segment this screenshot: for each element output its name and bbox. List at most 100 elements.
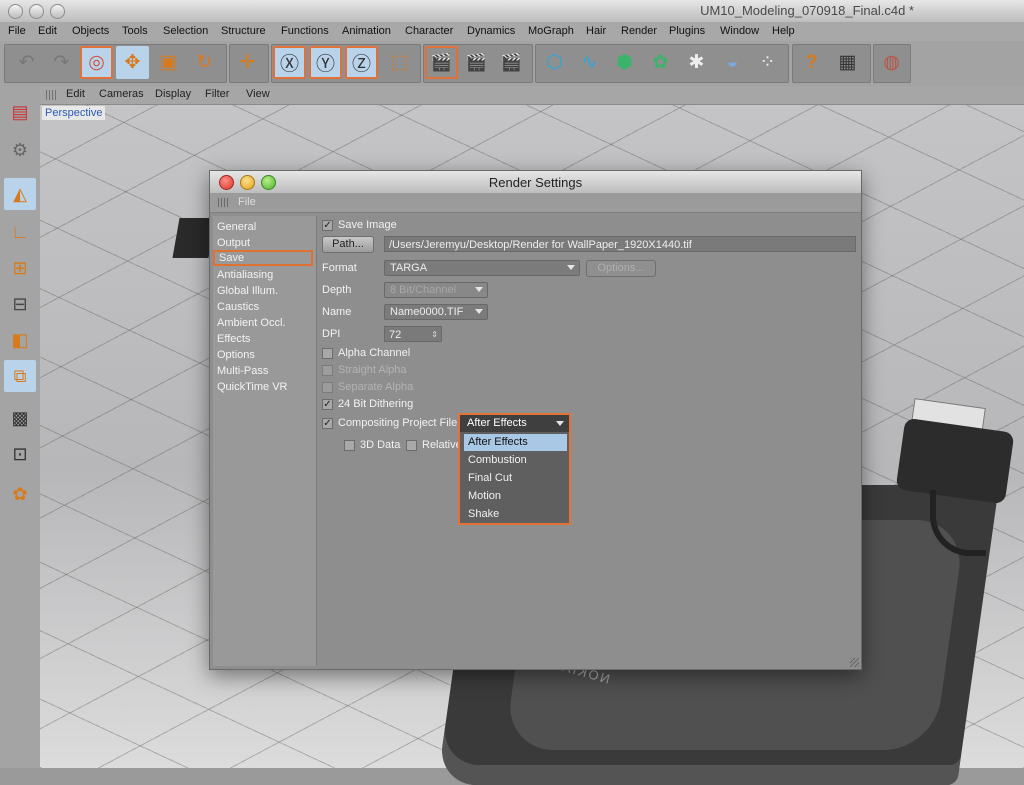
particle-icon[interactable]: ⁘	[751, 46, 784, 79]
menu-animation[interactable]: Animation	[342, 25, 391, 37]
web-icon[interactable]: ◍	[875, 46, 908, 79]
viewport-menu-cameras[interactable]: Cameras	[99, 88, 144, 100]
render-picture-viewer-icon[interactable]: 🎬	[460, 46, 493, 79]
table-icon[interactable]: ▦	[831, 46, 864, 79]
nav-output[interactable]: Output	[217, 237, 250, 249]
menu-window[interactable]: Window	[720, 25, 759, 37]
axis-mode-icon[interactable]: ◧	[4, 324, 36, 356]
3d-data-checkbox[interactable]	[344, 440, 355, 451]
options-button[interactable]: Options...	[586, 260, 656, 277]
menu-dynamics[interactable]: Dynamics	[467, 25, 515, 37]
tweak-mode-icon[interactable]: ⧉	[4, 360, 36, 392]
x-axis-icon[interactable]: Ⓧ	[273, 46, 306, 79]
deformer-icon[interactable]: ✱	[680, 46, 713, 79]
rotate-icon[interactable]: ↻	[188, 46, 221, 79]
menu-functions[interactable]: Functions	[281, 25, 329, 37]
dropdown-option-combustion[interactable]: Combustion	[464, 452, 567, 469]
undo-icon[interactable]: ↶	[10, 46, 43, 79]
path-button[interactable]: Path...	[322, 236, 374, 253]
dpi-field[interactable]: 72 ⇕	[384, 326, 442, 342]
compositing-checkbox[interactable]: ✓	[322, 418, 333, 429]
live-selection-icon[interactable]: ◎	[80, 46, 113, 79]
menu-tools[interactable]: Tools	[122, 25, 148, 37]
menu-selection[interactable]: Selection	[163, 25, 208, 37]
nurbs-icon[interactable]: ⬢	[608, 46, 641, 79]
move-axis-icon[interactable]: ✛	[231, 46, 264, 79]
nav-quicktime-vr[interactable]: QuickTime VR	[217, 381, 288, 393]
nav-options[interactable]: Options	[217, 349, 255, 361]
viewport-menu-edit[interactable]: Edit	[66, 88, 85, 100]
polygons-mode-icon[interactable]: ⊞	[4, 252, 36, 284]
edges-mode-icon[interactable]: ∟	[4, 216, 36, 248]
workplane-icon[interactable]: ▩	[4, 402, 36, 434]
path-field[interactable]: /Users/Jeremyu/Desktop/Render for WallPa…	[384, 236, 856, 252]
resize-grip-icon[interactable]	[850, 658, 859, 667]
viewport-grip-icon[interactable]	[46, 90, 58, 100]
render-view-icon[interactable]: 🎬	[425, 46, 458, 79]
menu-mograph[interactable]: MoGraph	[528, 25, 574, 37]
nav-antialiasing[interactable]: Antialiasing	[217, 269, 273, 281]
viewport-menu-filter[interactable]: Filter	[205, 88, 229, 100]
menu-file[interactable]: File	[8, 25, 26, 37]
depth-select[interactable]: 8 Bit/Channel	[384, 282, 488, 298]
z-axis-icon[interactable]: Ⓩ	[345, 46, 378, 79]
name-select[interactable]: Name0000.TIF	[384, 304, 488, 320]
viewport-menu-view[interactable]: View	[246, 88, 270, 100]
nav-effects[interactable]: Effects	[217, 333, 250, 345]
array-icon[interactable]: ✿	[644, 46, 677, 79]
render-settings-icon[interactable]: 🎬	[495, 46, 528, 79]
save-settings-panel: ✓ Save Image Path... /Users/Jeremyu/Desk…	[318, 216, 860, 666]
close-window-button[interactable]	[8, 4, 23, 19]
object-mode-icon[interactable]: ⚙	[4, 134, 36, 166]
relative-checkbox[interactable]	[406, 440, 417, 451]
world-coordinates-icon[interactable]: ⬚	[383, 46, 416, 79]
model-mode-icon[interactable]: ▤	[4, 96, 36, 128]
dialog-grip-icon[interactable]	[218, 198, 230, 207]
nav-caustics[interactable]: Caustics	[217, 301, 259, 313]
menu-help[interactable]: Help	[772, 25, 795, 37]
dropdown-option-motion[interactable]: Motion	[464, 488, 567, 505]
menu-structure[interactable]: Structure	[221, 25, 266, 37]
y-axis-icon[interactable]: Ⓨ	[309, 46, 342, 79]
separate-alpha-checkbox[interactable]	[322, 382, 333, 393]
points-mode-icon[interactable]: ◭	[4, 178, 36, 210]
save-image-checkbox[interactable]: ✓	[322, 220, 333, 231]
nav-save[interactable]: Save	[213, 250, 313, 266]
nav-multi-pass[interactable]: Multi-Pass	[217, 365, 268, 377]
help-icon[interactable]: ?	[795, 46, 828, 79]
dialog-menu-file[interactable]: File	[238, 196, 256, 208]
dropdown-option-shake[interactable]: Shake	[464, 506, 567, 523]
dithering-checkbox[interactable]: ✓	[322, 399, 333, 410]
dropdown-option-after-effects[interactable]: After Effects	[464, 434, 567, 451]
compositing-select[interactable]: After Effects	[460, 415, 569, 432]
viewport-menu-display[interactable]: Display	[155, 88, 191, 100]
nav-global-illum[interactable]: Global Illum.	[217, 285, 278, 297]
uv-mode-icon[interactable]: ⊡	[4, 438, 36, 470]
spline-pen-icon[interactable]: ∿	[573, 46, 606, 79]
menu-character[interactable]: Character	[405, 25, 453, 37]
nav-general[interactable]: General	[217, 221, 256, 233]
menu-hair[interactable]: Hair	[586, 25, 606, 37]
menu-edit[interactable]: Edit	[38, 25, 57, 37]
nav-ambient-occl[interactable]: Ambient Occl.	[217, 317, 285, 329]
menu-objects[interactable]: Objects	[72, 25, 109, 37]
zoom-window-button[interactable]	[50, 4, 65, 19]
menu-plugins[interactable]: Plugins	[669, 25, 705, 37]
redo-icon[interactable]: ↷	[45, 46, 78, 79]
menu-render[interactable]: Render	[621, 25, 657, 37]
straight-alpha-checkbox[interactable]	[322, 365, 333, 376]
move-icon[interactable]: ✥	[116, 46, 149, 79]
scene-camera-icon[interactable]: ◒	[716, 46, 749, 79]
format-select[interactable]: TARGA	[384, 260, 580, 276]
cube-icon[interactable]: ⬡	[538, 46, 571, 79]
compositing-label: Compositing Project File	[338, 417, 458, 429]
alpha-channel-checkbox[interactable]	[322, 348, 333, 359]
dpi-label: DPI	[322, 328, 341, 340]
scale-icon[interactable]: ▣	[152, 46, 185, 79]
compositing-dropdown[interactable]: After Effects After Effects Combustion F…	[458, 413, 571, 525]
snapping-icon[interactable]: ✿	[4, 478, 36, 510]
stepper-arrows-icon[interactable]: ⇕	[431, 327, 438, 341]
texture-mode-icon[interactable]: ⊟	[4, 288, 36, 320]
dropdown-option-final-cut[interactable]: Final Cut	[464, 470, 567, 487]
minimize-window-button[interactable]	[29, 4, 44, 19]
